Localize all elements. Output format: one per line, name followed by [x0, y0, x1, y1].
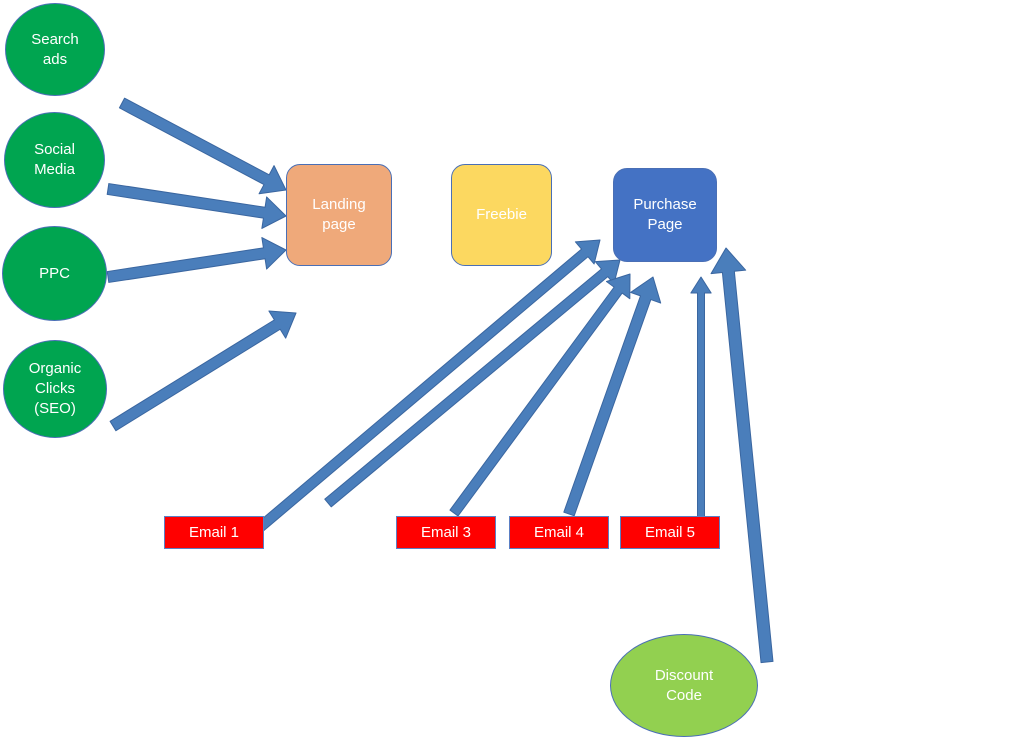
node-label-email-3: Email 3 [420, 523, 472, 541]
connector-search-ads-to-landing-page [118, 97, 287, 195]
node-label-purchase-page: Purchase Page [633, 196, 697, 233]
node-email-4[interactable]: Email 4 [509, 516, 609, 549]
node-label-email-1: Email 1 [188, 523, 240, 541]
connector-email-4-to-purchase-page [563, 276, 662, 517]
node-email-5[interactable]: Email 5 [620, 516, 720, 549]
connector-layer [106, 97, 774, 664]
node-label-landing-page: Landing page [312, 196, 366, 233]
node-organic-clicks-seo[interactable]: Organic Clicks (SEO) [3, 340, 107, 438]
diagram-canvas: Search ads Social Media PPC Organic Clicks … [0, 0, 1024, 743]
node-discount-code[interactable]: Discount Code [610, 634, 758, 737]
node-label-discount-code: Discount Code [654, 666, 714, 704]
connector-email-2-to-purchase-page [324, 259, 621, 508]
node-label-social-media: Social Media [34, 141, 75, 178]
connector-organic-clicks-to-landing-page [109, 310, 297, 432]
connector-email-5-to-purchase-page [690, 276, 712, 544]
node-label-ppc: PPC [39, 264, 70, 282]
node-label-email-4: Email 4 [533, 523, 585, 541]
connector-email-3-to-purchase-page [449, 273, 631, 517]
connector-ppc-to-landing-page [106, 237, 287, 283]
connector-email-1-to-purchase-page [248, 239, 601, 539]
node-social-media[interactable]: Social Media [4, 112, 105, 208]
node-email-3[interactable]: Email 3 [396, 516, 496, 549]
node-ppc[interactable]: PPC [2, 226, 107, 321]
node-email-1[interactable]: Email 1 [164, 516, 264, 549]
node-purchase-page[interactable]: Purchase Page [613, 168, 717, 262]
node-label-search-ads: Search ads [31, 30, 79, 68]
node-label-organic-clicks-seo: Organic Clicks (SEO) [28, 360, 82, 417]
connector-discount-code-to-purchase-page [710, 247, 774, 664]
node-landing-page[interactable]: Landing page [286, 164, 392, 266]
node-freebie[interactable]: Freebie [451, 164, 552, 266]
node-label-freebie: Freebie [476, 206, 527, 224]
connector-social-media-to-landing-page [106, 183, 287, 229]
node-label-email-5: Email 5 [644, 523, 696, 541]
node-search-ads[interactable]: Search ads [5, 3, 105, 96]
